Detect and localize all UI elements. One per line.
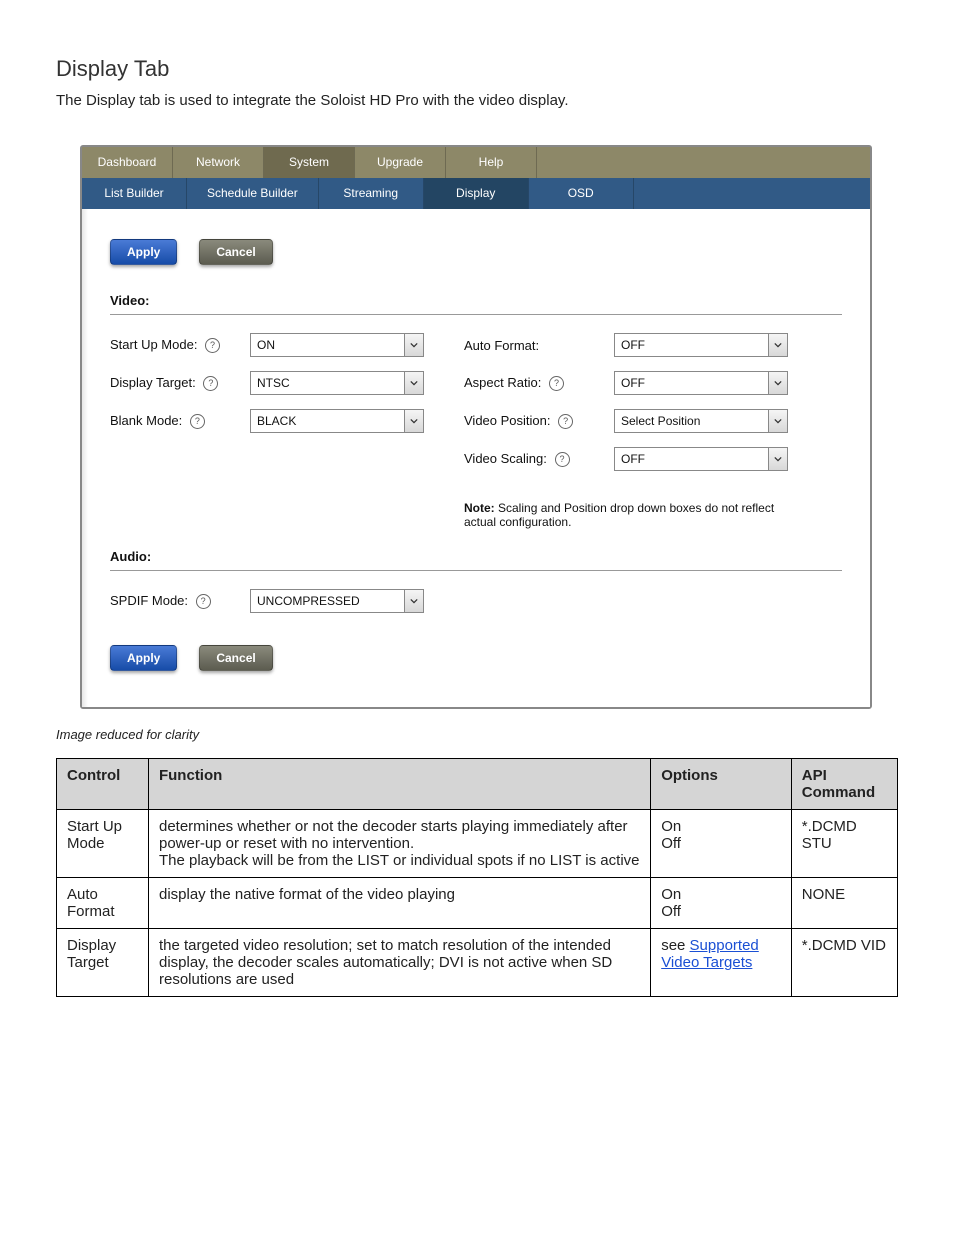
note-label: Note: — [464, 501, 495, 515]
help-icon[interactable]: ? — [558, 414, 573, 429]
reference-table: Control Function Options API Command Sta… — [56, 758, 898, 997]
select-value: UNCOMPRESSED — [251, 594, 404, 608]
help-icon[interactable]: ? — [555, 452, 570, 467]
nav-sub: List Builder Schedule Builder Streaming … — [82, 178, 870, 209]
label-start-up-mode: Start Up Mode: ? — [110, 337, 250, 353]
select-value: OFF — [615, 452, 768, 466]
table-row: Auto Format display the native format of… — [57, 878, 898, 929]
label-text: Video Position: — [464, 413, 551, 428]
nav-top-upgrade[interactable]: Upgrade — [355, 147, 446, 178]
chevron-down-icon — [768, 448, 787, 470]
help-icon[interactable]: ? — [205, 338, 220, 353]
help-icon[interactable]: ? — [190, 414, 205, 429]
label-video-scaling: Video Scaling: ? — [464, 451, 614, 467]
help-icon[interactable]: ? — [549, 376, 564, 391]
select-blank-mode[interactable]: BLACK — [250, 409, 424, 433]
help-icon[interactable]: ? — [196, 594, 211, 609]
label-text: Blank Mode: — [110, 413, 182, 428]
select-value: OFF — [615, 338, 768, 352]
select-value: BLACK — [251, 414, 404, 428]
nav-sub-display[interactable]: Display — [424, 178, 529, 209]
select-value: OFF — [615, 376, 768, 390]
cell-function: the targeted video resolution; set to ma… — [148, 929, 650, 997]
chevron-down-icon — [768, 410, 787, 432]
label-text: Auto Format: — [464, 338, 539, 353]
cell-function: display the native format of the video p… — [148, 878, 650, 929]
th-control: Control — [57, 759, 149, 810]
label-blank-mode: Blank Mode: ? — [110, 413, 250, 429]
th-function: Function — [148, 759, 650, 810]
th-options: Options — [651, 759, 792, 810]
cell-api: *.DCMD VID — [791, 929, 897, 997]
nav-top: Dashboard Network System Upgrade Help — [82, 147, 870, 178]
th-api: API Command — [791, 759, 897, 810]
label-video-position: Video Position: ? — [464, 413, 614, 429]
app-window: Dashboard Network System Upgrade Help Li… — [80, 145, 872, 709]
label-display-target: Display Target: ? — [110, 375, 250, 391]
select-value: NTSC — [251, 376, 404, 390]
nav-sub-streaming[interactable]: Streaming — [319, 178, 424, 209]
nav-top-system[interactable]: System — [264, 147, 355, 178]
chevron-down-icon — [404, 334, 423, 356]
page-title: Display Tab — [56, 56, 898, 82]
image-caption: Image reduced for clarity — [56, 727, 898, 742]
select-value: ON — [251, 338, 404, 352]
intro-text: The Display tab is used to integrate the… — [56, 92, 898, 109]
options-prefix: see — [661, 937, 689, 954]
nav-sub-osd[interactable]: OSD — [529, 178, 634, 209]
chevron-down-icon — [768, 372, 787, 394]
label-text: Start Up Mode: — [110, 337, 197, 352]
cell-options: On Off — [651, 878, 792, 929]
nav-top-network[interactable]: Network — [173, 147, 264, 178]
note-text: Note: Scaling and Position drop down box… — [464, 501, 788, 529]
cell-function: determines whether or not the decoder st… — [148, 810, 650, 878]
label-text: Aspect Ratio: — [464, 375, 541, 390]
label-aspect-ratio: Aspect Ratio: ? — [464, 375, 614, 391]
note-body: Scaling and Position drop down boxes do … — [464, 501, 774, 529]
label-text: Video Scaling: — [464, 451, 547, 466]
chevron-down-icon — [404, 590, 423, 612]
chevron-down-icon — [404, 372, 423, 394]
cell-control: Display Target — [57, 929, 149, 997]
divider — [110, 314, 842, 315]
label-text: SPDIF Mode: — [110, 593, 188, 608]
chevron-down-icon — [404, 410, 423, 432]
video-form: Start Up Mode: ? ON Auto Format: OFF Dis… — [110, 333, 842, 529]
nav-sub-schedule-builder[interactable]: Schedule Builder — [187, 178, 319, 209]
apply-button[interactable]: Apply — [110, 645, 177, 671]
label-spdif-mode: SPDIF Mode: ? — [110, 593, 250, 609]
cell-api: NONE — [791, 878, 897, 929]
cell-control: Start Up Mode — [57, 810, 149, 878]
nav-top-help[interactable]: Help — [446, 147, 537, 178]
select-display-target[interactable]: NTSC — [250, 371, 424, 395]
table-row: Display Target the targeted video resolu… — [57, 929, 898, 997]
select-video-position[interactable]: Select Position — [614, 409, 788, 433]
cell-api: *.DCMD STU — [791, 810, 897, 878]
select-start-up-mode[interactable]: ON — [250, 333, 424, 357]
cell-control: Auto Format — [57, 878, 149, 929]
section-video-title: Video: — [110, 293, 842, 308]
chevron-down-icon — [768, 334, 787, 356]
apply-button[interactable]: Apply — [110, 239, 177, 265]
cancel-button[interactable]: Cancel — [199, 645, 272, 671]
cancel-button[interactable]: Cancel — [199, 239, 272, 265]
label-text: Display Target: — [110, 375, 196, 390]
cell-options: On Off — [651, 810, 792, 878]
divider — [110, 570, 842, 571]
help-icon[interactable]: ? — [203, 376, 218, 391]
cell-options: see Supported Video Targets — [651, 929, 792, 997]
select-video-scaling[interactable]: OFF — [614, 447, 788, 471]
select-auto-format[interactable]: OFF — [614, 333, 788, 357]
select-spdif-mode[interactable]: UNCOMPRESSED — [250, 589, 424, 613]
section-audio-title: Audio: — [110, 549, 842, 564]
panel-display: Apply Cancel Video: Start Up Mode: ? ON … — [82, 209, 870, 707]
audio-form: SPDIF Mode: ? UNCOMPRESSED — [110, 589, 842, 613]
table-row: Start Up Mode determines whether or not … — [57, 810, 898, 878]
select-value: Select Position — [615, 414, 768, 428]
select-aspect-ratio[interactable]: OFF — [614, 371, 788, 395]
nav-sub-list-builder[interactable]: List Builder — [82, 178, 187, 209]
label-auto-format: Auto Format: — [464, 338, 614, 353]
nav-top-dashboard[interactable]: Dashboard — [82, 147, 173, 178]
